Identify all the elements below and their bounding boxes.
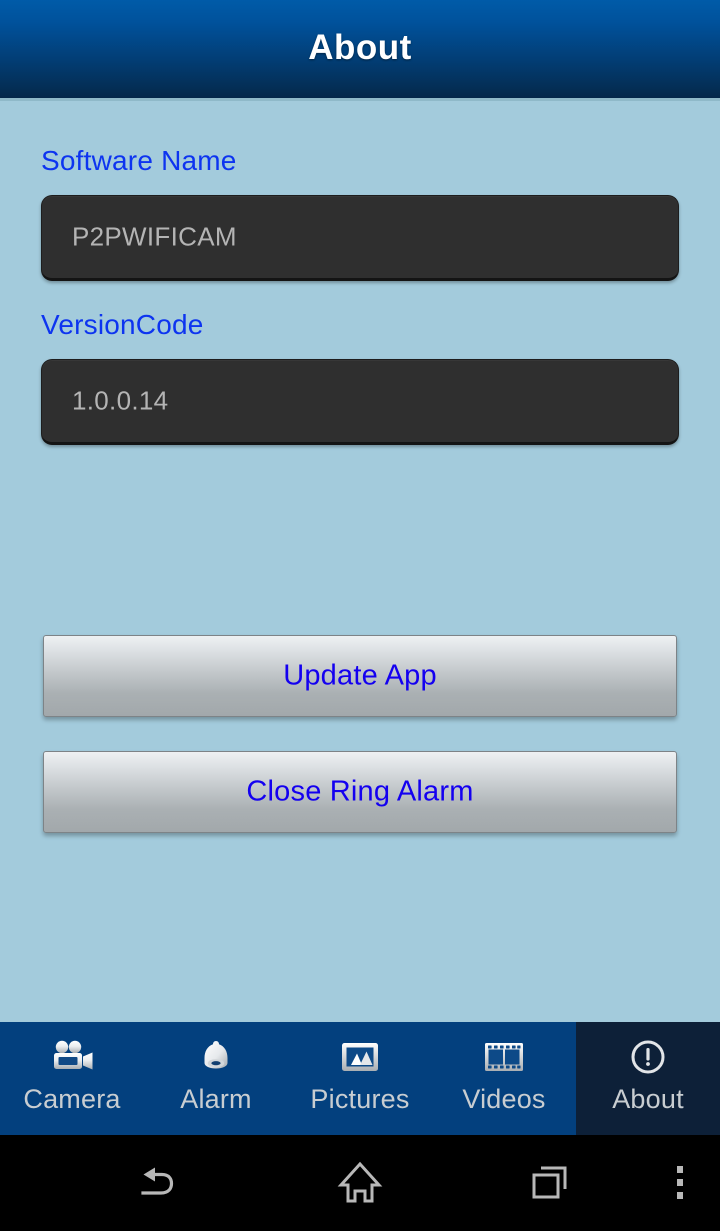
tab-videos[interactable]: Videos	[432, 1022, 576, 1135]
close-ring-alarm-button[interactable]: Close Ring Alarm	[43, 751, 677, 833]
page-title: About	[308, 28, 412, 67]
software-name-field[interactable]: P2PWIFICAM	[41, 195, 679, 281]
tab-camera[interactable]: Camera	[0, 1022, 144, 1135]
update-app-button-label: Update App	[283, 659, 437, 692]
tab-alarm-label: Alarm	[180, 1084, 252, 1114]
tab-camera-label: Camera	[23, 1084, 121, 1114]
bell-icon	[144, 1035, 288, 1079]
software-name-label: Software Name	[41, 145, 237, 176]
software-name-value: P2PWIFICAM	[72, 221, 237, 252]
tab-alarm[interactable]: Alarm	[144, 1022, 288, 1135]
title-bar: About	[0, 0, 720, 98]
version-code-label: VersionCode	[41, 309, 204, 340]
version-code-field[interactable]: 1.0.0.14	[41, 359, 679, 445]
back-arrow-icon[interactable]	[60, 1135, 260, 1231]
overflow-menu-icon[interactable]	[640, 1135, 720, 1231]
bottom-tab-bar: Camera Alarm Pictures Videos About	[0, 1022, 720, 1135]
android-navigation-bar	[0, 1135, 720, 1231]
close-ring-alarm-button-label: Close Ring Alarm	[246, 775, 474, 808]
video-camera-icon	[0, 1035, 144, 1079]
tab-pictures-label: Pictures	[310, 1084, 410, 1114]
home-icon[interactable]	[260, 1135, 460, 1231]
tab-about-label: About	[612, 1084, 684, 1114]
recents-icon[interactable]	[460, 1135, 640, 1231]
info-circle-icon	[576, 1035, 720, 1079]
tab-pictures[interactable]: Pictures	[288, 1022, 432, 1135]
update-app-button[interactable]: Update App	[43, 635, 677, 717]
version-code-value: 1.0.0.14	[72, 385, 169, 416]
content-area: Software Name P2PWIFICAM VersionCode 1.0…	[0, 101, 720, 1022]
image-icon	[288, 1035, 432, 1079]
tab-about[interactable]: About	[576, 1022, 720, 1135]
app-screen: About Software Name P2PWIFICAM VersionCo…	[0, 0, 720, 1231]
film-strip-icon	[432, 1035, 576, 1079]
tab-videos-label: Videos	[462, 1084, 546, 1114]
